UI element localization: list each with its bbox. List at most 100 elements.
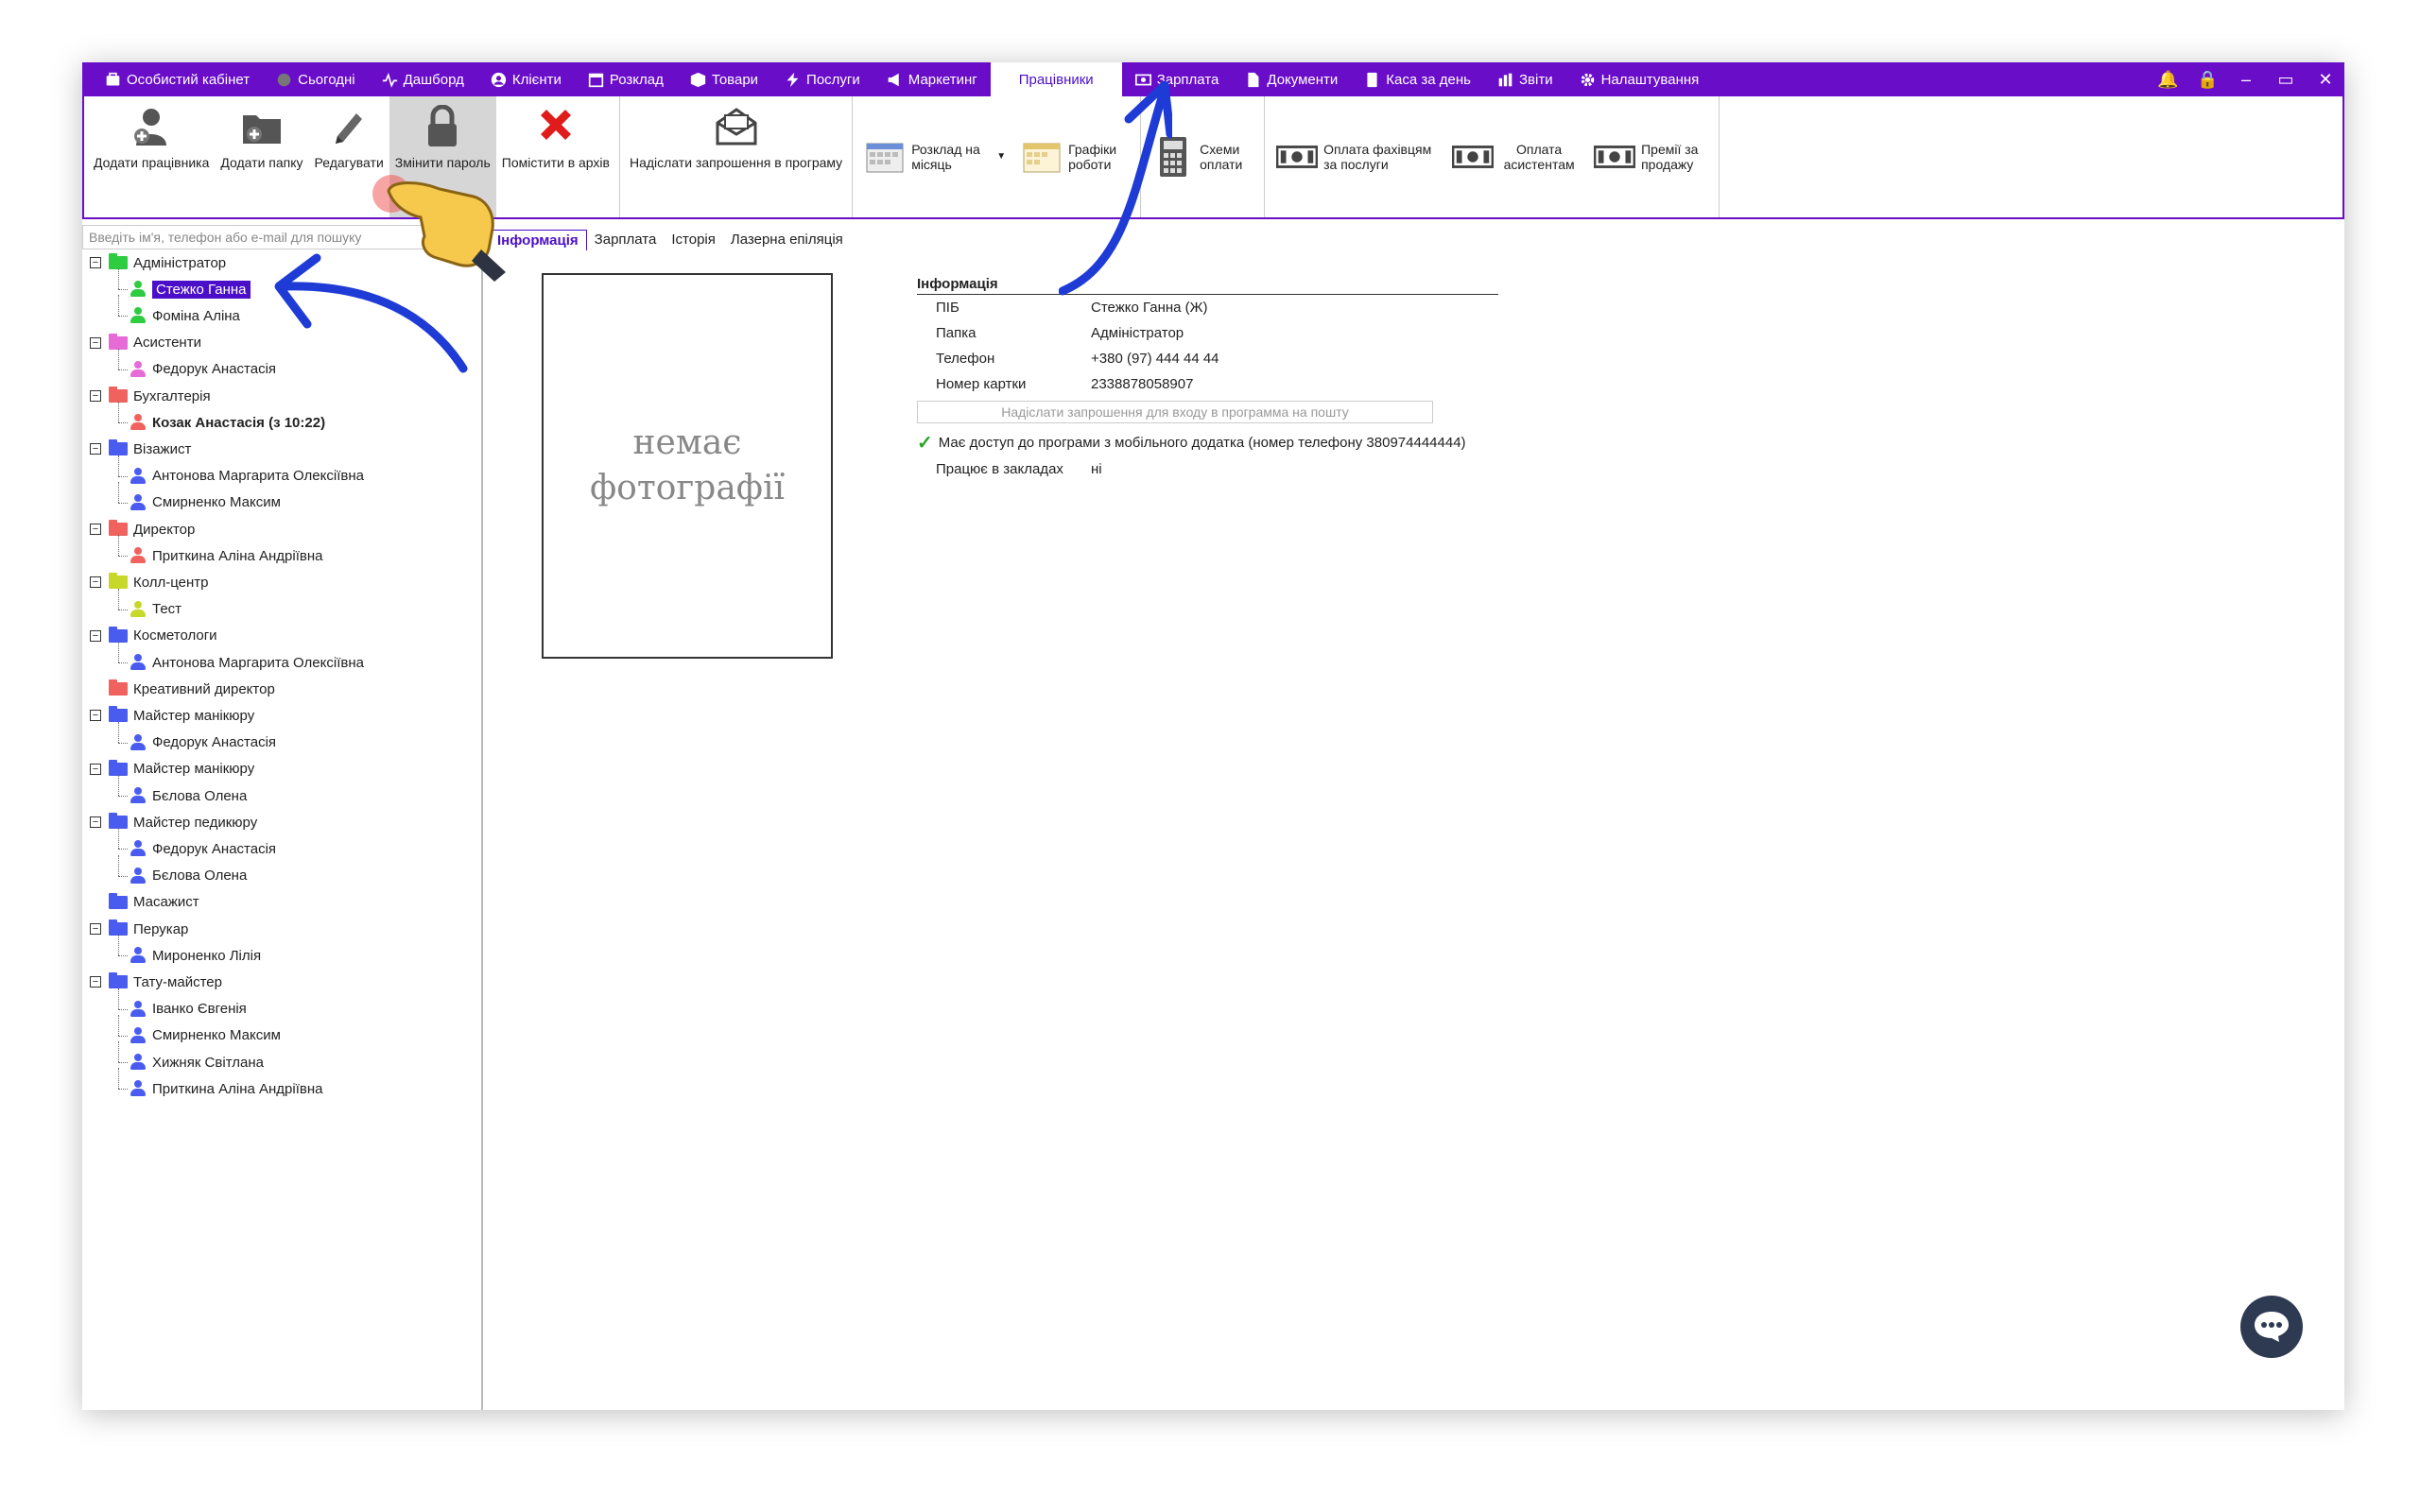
tree-employee[interactable]: Бєлова Олена: [130, 784, 247, 807]
detail-tab-3[interactable]: Лазерна епіляція: [723, 230, 851, 250]
photo-placeholder[interactable]: немає фотографії: [542, 273, 833, 659]
restore-button[interactable]: ▭: [2276, 70, 2295, 90]
tree-employee[interactable]: Фоміна Аліна: [130, 304, 240, 327]
nav-tab-12[interactable]: Звіти: [1484, 62, 1566, 96]
nav-tab-8[interactable]: Працівники: [990, 62, 1122, 96]
nav-tab-4[interactable]: Розклад: [575, 62, 677, 96]
tree-employee[interactable]: Іванко Євгенія: [130, 998, 247, 1021]
change-password-button[interactable]: Змінити пароль: [389, 96, 496, 217]
tree-employee[interactable]: Мироненко Лілія: [130, 944, 261, 967]
expand-toggle[interactable]: −: [90, 629, 101, 642]
nav-tab-1[interactable]: Сьогодні: [263, 62, 369, 96]
nav-tab-11[interactable]: Каса за день: [1351, 62, 1484, 96]
chat-button[interactable]: [2240, 1296, 2303, 1358]
expand-toggle[interactable]: −: [90, 576, 101, 589]
tree-employee[interactable]: Стежко Ганна: [130, 278, 251, 301]
tree-folder[interactable]: Косметологи: [109, 625, 217, 647]
pay-services-button[interactable]: Оплата фахівцям за послуги: [1269, 96, 1444, 217]
nav-tab-3[interactable]: Клієнти: [477, 62, 575, 96]
nav-tab-2[interactable]: Дашборд: [369, 62, 477, 96]
nav-tab-9[interactable]: Зарплата: [1122, 62, 1233, 96]
tree-folder[interactable]: Візажист: [109, 438, 191, 460]
bell-icon[interactable]: 🔔: [2157, 70, 2178, 90]
ribbon-toolbar: Додати працівника Додати папку Редагуват…: [82, 96, 2344, 219]
tree-folder[interactable]: Креативний директор: [109, 678, 275, 700]
tree-employee[interactable]: Хижняк Світлана: [130, 1051, 264, 1074]
works-in-row: Працює в закладах ні: [917, 461, 1503, 477]
work-schedules-button[interactable]: Графіки роботи: [1013, 96, 1136, 217]
tree-folder[interactable]: Перукар: [109, 918, 188, 940]
person-icon: [130, 1026, 147, 1044]
tree-folder[interactable]: Майстер манікюру: [109, 758, 254, 781]
tree-employee[interactable]: Антонова Маргарита Олексіївна: [130, 651, 364, 674]
tree-folder[interactable]: Тату-майстер: [109, 971, 222, 993]
close-button[interactable]: ✕: [2316, 70, 2335, 90]
tree-employee[interactable]: Бєлова Олена: [130, 865, 247, 887]
expand-toggle[interactable]: −: [90, 390, 101, 402]
tree-folder[interactable]: Адміністратор: [109, 251, 226, 274]
add-folder-button[interactable]: Додати папку: [215, 96, 308, 217]
tree-employee[interactable]: Антонова Маргарита Олексіївна: [130, 465, 364, 488]
tree-folder[interactable]: Асистенти: [109, 332, 201, 354]
edit-button[interactable]: Редагувати: [309, 96, 389, 217]
tree-folder[interactable]: Директор: [109, 518, 195, 541]
expand-toggle[interactable]: −: [90, 816, 101, 829]
tree-folder[interactable]: Колл-центр: [109, 571, 209, 593]
expand-toggle[interactable]: −: [90, 923, 101, 935]
tree-folder[interactable]: Масажист: [109, 891, 199, 914]
nav-tab-10[interactable]: Документи: [1232, 62, 1351, 96]
detail-tab-1[interactable]: Зарплата: [587, 230, 665, 250]
nav-tab-5[interactable]: Товари: [677, 62, 771, 96]
nav-tab-7[interactable]: Маркетинг: [873, 62, 991, 96]
nav-tab-0[interactable]: Особистий кабінет: [92, 62, 263, 96]
info-value: +380 (97) 444 44 44: [1091, 351, 1219, 367]
tree-connector: [118, 289, 128, 291]
expand-toggle[interactable]: −: [90, 443, 101, 455]
folder-icon: [109, 706, 128, 723]
minimize-button[interactable]: –: [2237, 70, 2256, 90]
tree-employee[interactable]: Тест: [130, 598, 182, 621]
expand-toggle[interactable]: −: [90, 336, 101, 349]
nav-tab-6[interactable]: Послуги: [771, 62, 873, 96]
expand-toggle[interactable]: −: [90, 763, 101, 775]
expand-toggle[interactable]: −: [90, 710, 101, 722]
nav-tab-13[interactable]: Налаштування: [1566, 62, 1713, 96]
tree-employee[interactable]: Приткина Аліна Андріївна: [130, 1077, 322, 1100]
tree-employee[interactable]: Федорук Анастасія: [130, 837, 276, 860]
tree-folder[interactable]: Майстер педикюру: [109, 811, 257, 833]
lock-icon[interactable]: 🔒: [2197, 70, 2218, 90]
info-rows: ПІБ Стежко Ганна (Ж) Папка Адміністратор Тел…: [917, 295, 1503, 397]
schedule-month-button[interactable]: Розклад на місяць ▼: [856, 96, 1013, 217]
tree-connector: [118, 662, 128, 663]
tree-employee[interactable]: Смирненко Максим: [130, 491, 281, 514]
info-key: ПІБ: [936, 300, 959, 316]
tree-employee[interactable]: Смирненко Максим: [130, 1024, 281, 1047]
tree-employee[interactable]: Федорук Анастасія: [130, 358, 276, 381]
add-employee-button[interactable]: Додати працівника: [88, 96, 215, 217]
detail-tab-2[interactable]: Історія: [664, 230, 723, 250]
tree-node-label: Хижняк Світлана: [152, 1054, 264, 1071]
pay-schemes-button[interactable]: Схеми оплати: [1145, 96, 1260, 217]
pay-assistants-button[interactable]: Оплата асистентам: [1444, 96, 1586, 217]
send-invite-email-button[interactable]: Надіслати запрошення для входу в програм…: [917, 401, 1433, 423]
tree-employee[interactable]: Козак Анастасія (з 10:22): [130, 411, 325, 434]
tree-employee[interactable]: Федорук Анастасія: [130, 731, 276, 754]
tree-connector: [118, 556, 128, 558]
tree-connector: [118, 481, 119, 503]
archive-button[interactable]: Помістити в архів: [496, 96, 615, 217]
expand-toggle[interactable]: −: [90, 257, 101, 268]
send-invite-button[interactable]: Надіслати запрошення в програму: [624, 96, 848, 217]
tree-employee[interactable]: Приткина Аліна Андріївна: [130, 544, 322, 567]
user-icon: [491, 72, 506, 87]
tree-connector: [118, 1008, 128, 1010]
tree-folder[interactable]: Бухгалтерія: [109, 385, 211, 407]
expand-toggle[interactable]: −: [90, 524, 101, 535]
tree-folder[interactable]: Майстер манікюру: [109, 704, 254, 727]
tree-connector: [118, 721, 119, 743]
detail-tab-0[interactable]: Інформація: [489, 230, 587, 250]
search-input[interactable]: [82, 225, 481, 249]
sales-bonus-button[interactable]: Премії за продажу: [1586, 96, 1715, 217]
nav-tab-label: Каса за день: [1386, 71, 1471, 88]
expand-toggle[interactable]: −: [90, 976, 101, 988]
dropdown-arrow-icon[interactable]: ▼: [996, 149, 1006, 164]
